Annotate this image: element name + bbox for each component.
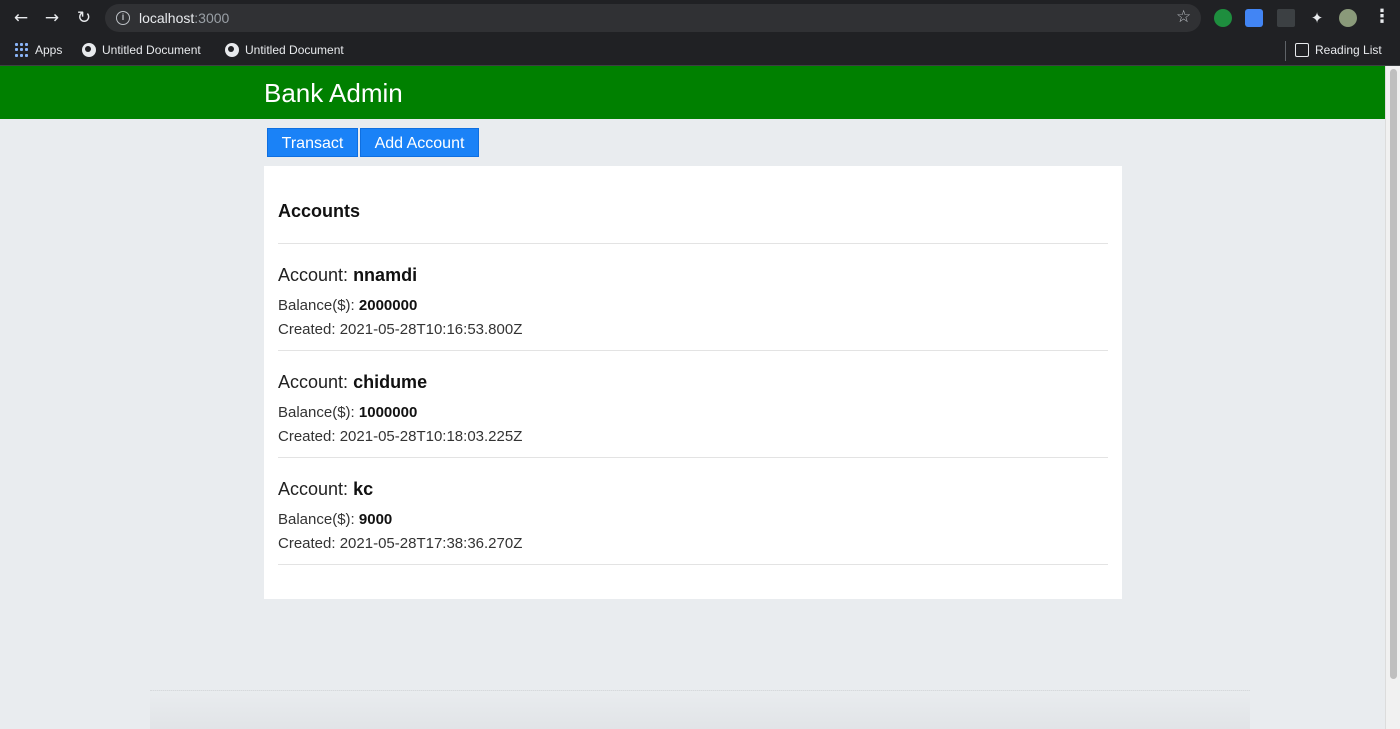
divider [278,564,1108,565]
reading-list-button[interactable]: Reading List [1295,43,1382,57]
scrollbar-thumb[interactable] [1390,69,1397,679]
accounts-card: Accounts Account: nnamdi Balance($): 200… [264,166,1122,599]
account-balance: Balance($): 9000 [278,511,393,528]
divider [278,457,1108,458]
forward-arrow-icon[interactable]: → [42,8,62,28]
reading-list-icon [1295,43,1309,57]
apps-grid-icon [15,43,29,57]
extension-green-icon[interactable] [1214,9,1232,27]
app-title: Bank Admin [264,78,403,108]
back-arrow-icon[interactable]: ← [11,8,31,28]
account-created: Created: 2021-05-28T10:18:03.225Z [278,428,523,445]
profile-avatar-icon[interactable] [1339,9,1357,27]
address-bar[interactable] [105,4,1201,32]
url-text[interactable]: localhost:3000 [139,10,229,26]
bookmark-untitled-2[interactable]: Untitled Document [225,43,344,57]
transact-button[interactable]: Transact [267,128,358,157]
bookmark-star-icon[interactable]: ☆ [1176,7,1191,27]
page-footer-area [150,690,1250,729]
account-created: Created: 2021-05-28T10:16:53.800Z [278,321,523,338]
divider [278,243,1108,244]
divider [278,350,1108,351]
puzzle-extensions-icon[interactable]: ✦ [1308,9,1326,27]
account-name: Account: kc [278,479,374,499]
accounts-heading: Accounts [278,201,361,221]
site-info-icon[interactable]: i [116,11,130,25]
extension-dark-icon[interactable] [1277,9,1295,27]
account-name: Account: nnamdi [278,265,418,285]
bookmarks-separator [1285,41,1286,61]
account-balance: Balance($): 2000000 [278,297,418,314]
more-menu-icon[interactable]: ⋮ [1373,6,1391,27]
browser-toolbar: ← → ↻ i localhost:3000 ☆ ✦ ⋮ [0,0,1400,36]
translate-extension-icon[interactable] [1245,9,1263,27]
bookmark-apps[interactable]: Apps [15,43,62,57]
globe-icon [225,43,239,57]
bookmark-untitled-1[interactable]: Untitled Document [82,43,201,57]
account-name: Account: chidume [278,372,428,392]
reload-icon[interactable]: ↻ [74,8,94,28]
account-balance: Balance($): 1000000 [278,404,418,421]
add-account-button[interactable]: Add Account [360,128,479,157]
bookmarks-bar: Apps Untitled Document Untitled Document… [0,36,1400,66]
page-scrollbar[interactable] [1385,66,1400,729]
globe-icon [82,43,96,57]
account-created: Created: 2021-05-28T17:38:36.270Z [278,535,523,552]
app-header: Bank Admin [0,66,1385,119]
